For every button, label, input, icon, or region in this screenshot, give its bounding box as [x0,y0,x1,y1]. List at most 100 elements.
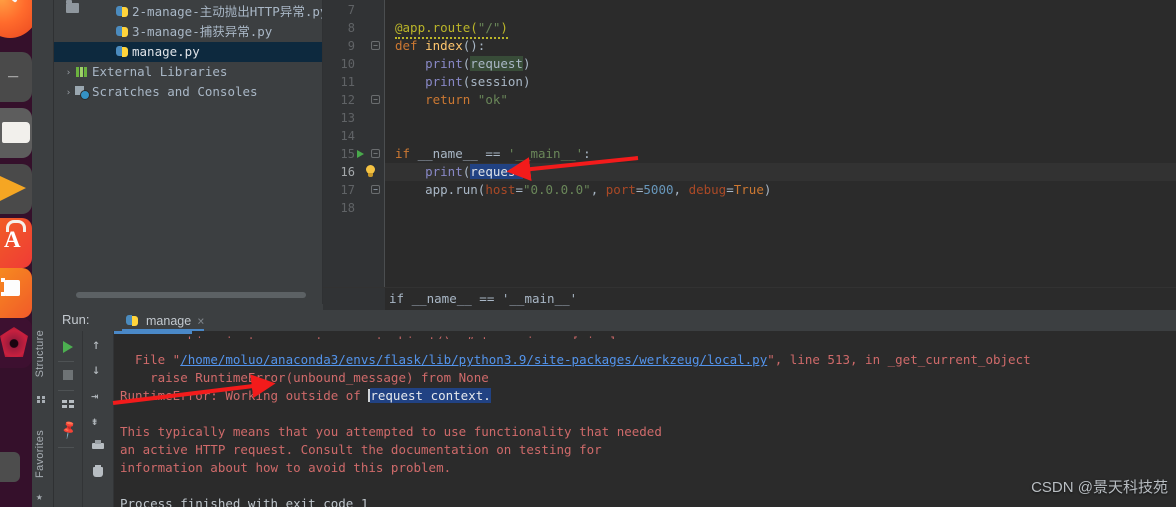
pycharm-icon[interactable] [0,218,32,268]
console-line: obj = instance._get_current_object() # t… [120,333,617,339]
code-fold-icon[interactable]: − [371,41,380,50]
console-line: File "/home/moluo/anaconda3/envs/flask/l… [120,351,1031,369]
stop-icon [63,370,73,380]
code-line[interactable]: 15 − if __name__ == '__main__': [323,145,1176,163]
code-text: print(request) [395,163,531,181]
lightbulb-icon[interactable] [365,165,376,179]
token: "ok" [477,92,508,107]
token: ) [522,164,531,179]
pin-tab-button[interactable]: 📌 [57,420,80,443]
toolbar-separator [58,361,74,362]
token: print [425,164,463,179]
up-stack-trace-button[interactable]: ↑ [87,334,109,356]
breadcrumb-gutter [323,288,385,311]
code-line[interactable]: 10 print(request) [323,55,1176,73]
line-number: 10 [340,57,355,71]
console-text: an active HTTP request. Consult the docu… [120,442,602,457]
console-line: information about how to avoid this prob… [120,459,451,477]
rubymine-icon[interactable] [0,318,32,368]
soft-wrap-button[interactable]: ⇥ [87,385,109,407]
code-line[interactable]: 8 @app.route("/") [323,19,1176,39]
line-number: 7 [347,3,355,17]
line-number: 18 [340,201,355,215]
tree-row[interactable]: › Scratches and Consoles [54,82,322,103]
code-line[interactable]: 12 − return "ok" [323,91,1176,109]
console-line: RuntimeError: Working outside of request… [120,387,491,405]
code-fold-icon[interactable]: − [371,149,380,158]
run-toolbar-primary: 📌 [54,331,83,507]
code-editor[interactable]: 7 8 @app.route("/") 9− def index(): 10 print(… [323,0,1176,287]
settings-icon[interactable] [0,452,20,482]
stop-button[interactable] [57,364,79,386]
run-gutter-icon[interactable] [357,150,364,158]
rerun-button[interactable] [57,335,79,357]
code-text: if __name__ == '__main__': [395,145,591,163]
code-line[interactable]: 17− app.run(host="0.0.0.0", port=5000, d… [323,181,1176,199]
line-number: 16 [340,165,355,179]
run-console[interactable]: obj = instance._get_current_object() # t… [114,331,1176,507]
grid-icon [62,400,74,408]
token: "0.0.0.0" [522,182,591,197]
scroll-to-end-button[interactable]: ⇟ [87,410,109,432]
tool-stripe-structure[interactable]: Structure [34,330,46,377]
console-text: Process finished with exit code 1 [120,496,369,507]
code-line[interactable]: 7 [323,1,1176,19]
chevron-right-icon[interactable]: › [62,83,75,103]
code-line[interactable]: 14 [323,127,1176,145]
left-tool-stripe: Structure Favorites ★ [32,0,54,507]
run-window-header: Run: manage × [54,310,1176,331]
files-icon[interactable] [0,108,32,158]
python-file-icon [116,45,129,58]
firefox-icon[interactable] [0,0,32,38]
code-line[interactable]: 13 [323,109,1176,127]
clion-icon[interactable] [0,268,32,318]
run-tab-manage[interactable]: manage × [122,310,210,331]
down-stack-trace-button[interactable]: ↓ [87,359,109,381]
tree-row[interactable]: 3-manage-捕获异常.py [54,22,322,42]
project-tree-horizontal-scrollbar[interactable] [76,292,306,298]
code-fold-icon[interactable]: − [371,185,380,194]
clear-all-button[interactable] [87,461,109,483]
code-line[interactable]: 16 print(request) [323,163,1176,181]
print-button[interactable] [87,435,109,457]
code-line[interactable]: 18 [323,199,1176,217]
tree-row[interactable]: manage.py [54,42,322,62]
close-icon[interactable]: × [197,314,204,328]
code-text: print(request) [395,55,531,73]
play-icon [63,341,73,353]
python-file-icon [126,314,139,327]
arrow-down-icon: ↓ [92,362,101,378]
console-text: obj = instance._get_current_object() # t… [120,334,617,339]
line-number: 14 [340,129,355,143]
libraries-icon [75,66,89,78]
tree-row[interactable]: › External Libraries [54,62,322,83]
console-line: raise RuntimeError(unbound_message) from… [120,369,489,387]
code-fold-icon[interactable]: − [371,95,380,104]
line-number: 11 [340,75,355,89]
file-path-link[interactable]: /home/moluo/anaconda3/envs/flask/lib/pyt… [180,352,767,367]
trash-icon [93,465,103,477]
token: '__main__' [507,146,584,161]
token: == [477,146,508,161]
code-line[interactable]: 9 − def index(): [323,37,1176,55]
token: ) [500,20,508,35]
highlighted-token: request [470,164,523,179]
code-text: return "ok" [395,91,508,109]
token: , [673,182,689,197]
breadcrumb[interactable]: if __name__ == '__main__' [389,291,577,306]
layout-button[interactable] [57,393,79,415]
code-line[interactable]: 11 print(session) [323,73,1176,91]
tool-stripe-favorites[interactable]: Favorites [34,430,46,478]
highlighted-token: request [470,56,523,71]
sublime-text-icon[interactable] [0,164,32,214]
token: "/" [477,20,501,35]
token: __name__ [417,146,478,161]
screenshot-root: Structure Favorites ★ 2-manage-主动抛出HTTP异… [0,0,1176,507]
chevron-right-icon[interactable]: › [62,63,75,83]
tree-row[interactable]: 2-manage-主动抛出HTTP异常.py [54,2,322,22]
terminal-icon[interactable] [0,52,32,102]
star-icon: ★ [36,490,43,503]
scratches-icon [75,86,90,100]
console-scroll-indicator [114,331,192,334]
